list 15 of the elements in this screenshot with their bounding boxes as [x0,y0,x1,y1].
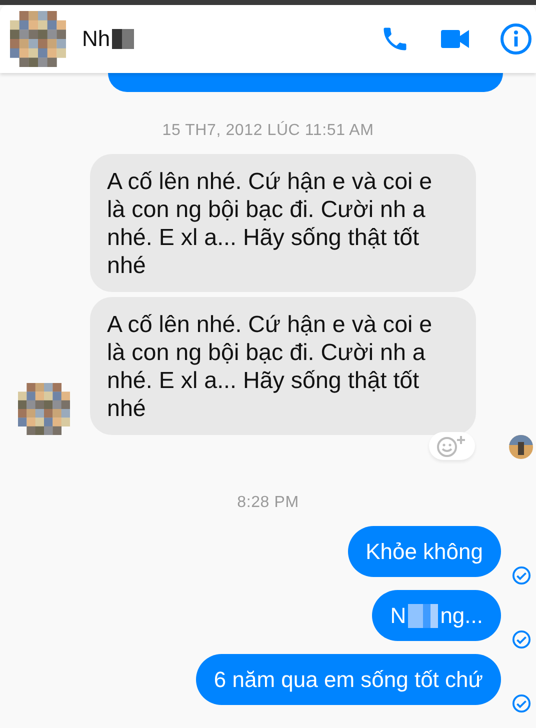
message-bubble: A cố lên nhé. Cứ hận e và coi e là con ng bội bạc đi. Cười nh a nhé. E xl a... Hãy sống thật tốt nhé [90,154,476,292]
contact-name: Nh [82,26,110,52]
add-reaction-button[interactable] [429,432,475,460]
avatar [10,11,66,67]
message-text: N [390,602,406,628]
avatar [18,383,70,435]
seen-avatar [509,435,533,459]
message-text: 6 năm qua em sống tốt chứ [214,666,483,692]
info-icon[interactable] [500,23,532,55]
message-text: ng... [440,602,483,628]
timestamp: 15 TH7, 2012 LÚC 11:51 AM [162,122,374,140]
message-text: Khỏe không [366,538,483,564]
video-camera-icon[interactable] [440,27,470,51]
timestamp: 8:28 PM [237,494,299,512]
message-bubble: A cố lên nhé. Cứ hận e và coi e là con ng bội bạc đi. Cười nh a nhé. E xl a... Hãy sống thật tốt nhé [90,297,476,435]
